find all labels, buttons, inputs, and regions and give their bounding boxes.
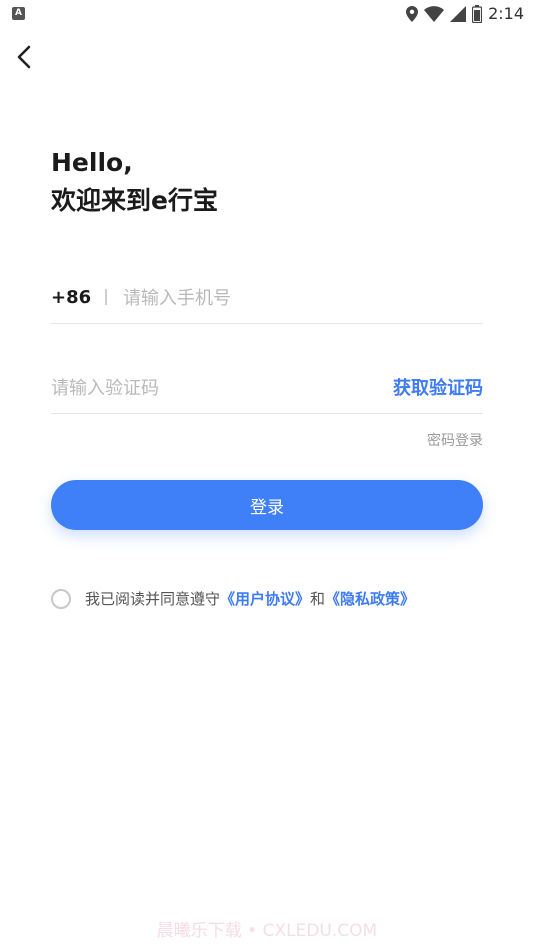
- chevron-left-icon: [17, 45, 31, 69]
- agreement-and: 和: [310, 590, 326, 608]
- phone-field[interactable]: +86 请输入手机号: [51, 271, 483, 324]
- user-agreement-link[interactable]: 《用户协议》: [220, 588, 310, 609]
- country-code[interactable]: +86: [51, 287, 105, 308]
- login-button[interactable]: 登录: [51, 480, 483, 530]
- get-code-button[interactable]: 获取验证码: [393, 374, 483, 400]
- phone-input[interactable]: 请输入手机号: [123, 284, 483, 310]
- agreement-prefix: 我已阅读并同意遵守: [85, 590, 221, 608]
- status-time: 2:14: [488, 4, 524, 23]
- agreement-row: 我已阅读并同意遵守 《用户协议》 和 《隐私政策》: [51, 588, 415, 609]
- battery-icon: [472, 4, 483, 23]
- notification-icon: A: [12, 7, 25, 20]
- status-icons: 2:14: [406, 4, 524, 23]
- back-button[interactable]: [10, 40, 40, 74]
- code-field[interactable]: 请输入验证码 获取验证码: [51, 361, 483, 414]
- status-bar: A 2:14: [0, 0, 534, 28]
- password-login-link[interactable]: 密码登录: [427, 430, 483, 450]
- agreement-checkbox[interactable]: [51, 588, 71, 609]
- welcome-heading: Hello, 欢迎来到e行宝: [51, 144, 218, 220]
- code-input[interactable]: 请输入验证码: [51, 374, 393, 400]
- location-icon: [406, 5, 419, 22]
- signal-icon: [450, 5, 467, 22]
- privacy-policy-link[interactable]: 《隐私政策》: [325, 588, 415, 609]
- watermark: 晨曦乐下载 • CXLEDU.COM: [156, 921, 378, 941]
- greeting-hello: Hello,: [51, 148, 133, 177]
- greeting-welcome: 欢迎来到e行宝: [51, 186, 218, 215]
- wifi-icon: [424, 5, 445, 22]
- field-divider: [105, 289, 107, 305]
